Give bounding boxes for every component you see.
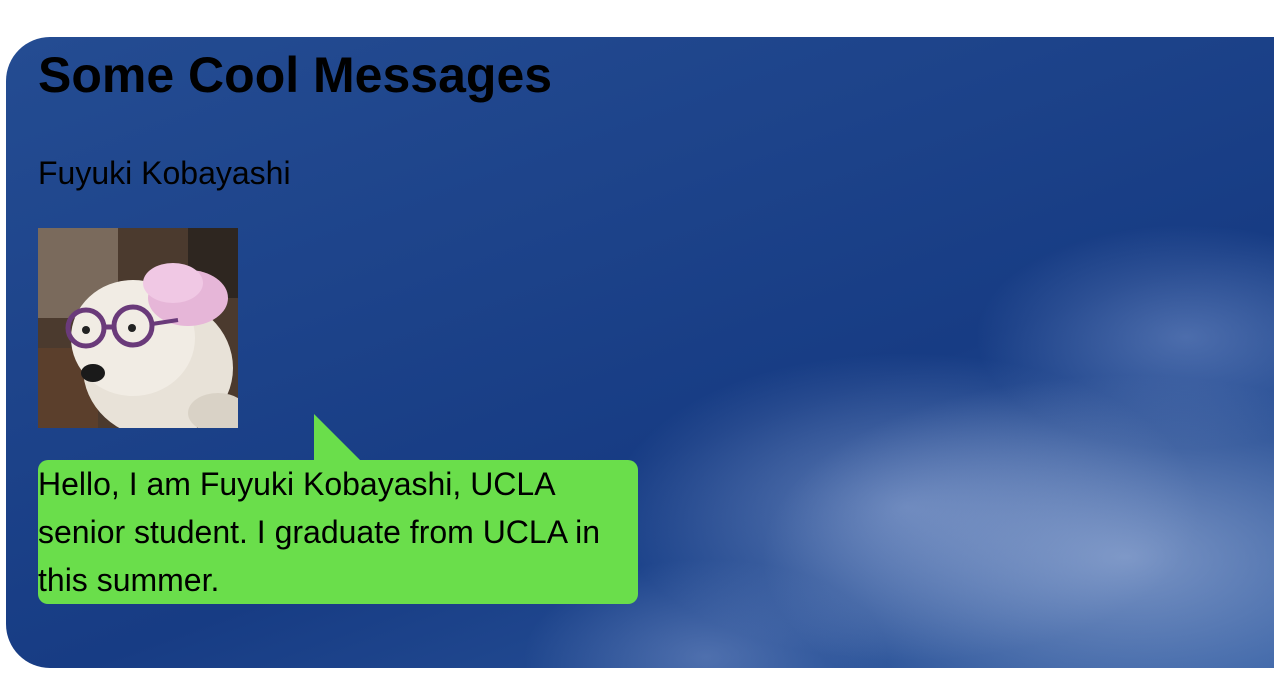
message-panel: Some Cool Messages Fuyuki Kobayashi Hell… [6, 37, 1274, 668]
message-text: Hello, I am Fuyuki Kobayashi, UCLA senio… [38, 466, 601, 598]
author-name: Fuyuki Kobayashi [38, 155, 291, 191]
avatar [38, 228, 238, 428]
speech-bubble: Hello, I am Fuyuki Kobayashi, UCLA senio… [38, 460, 638, 604]
dog-photo-icon [38, 228, 238, 428]
page-title: Some Cool Messages [38, 47, 553, 103]
speech-bubble-tail [314, 414, 360, 460]
